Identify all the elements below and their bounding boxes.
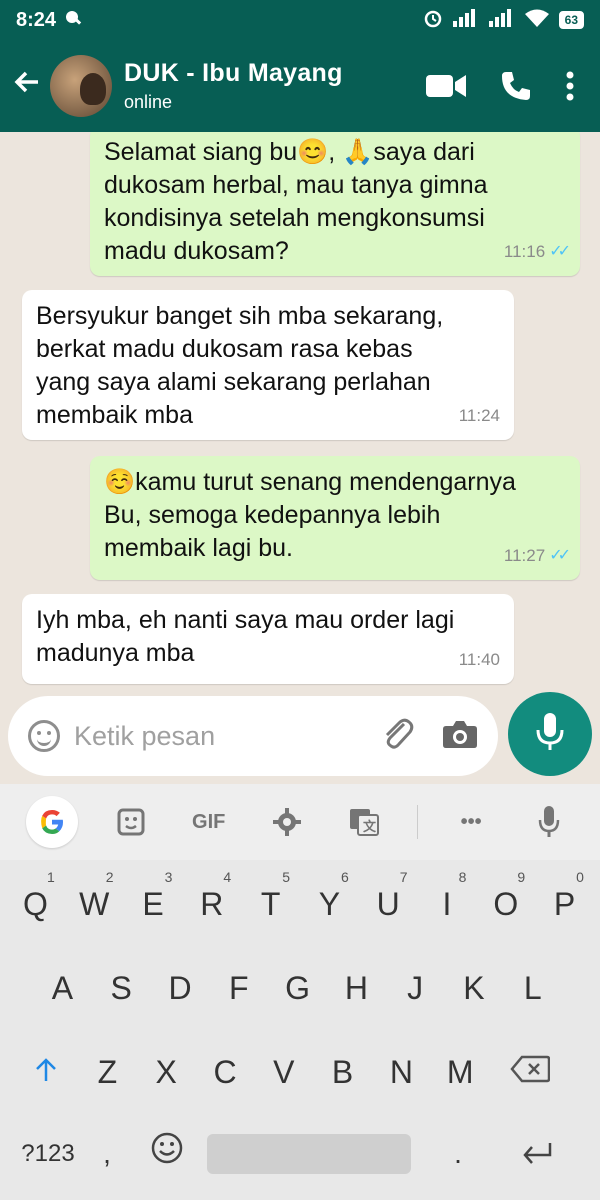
key-x[interactable]: X [137, 1042, 196, 1102]
key-a[interactable]: A [33, 958, 92, 1018]
message-time: 11:40 [458, 650, 500, 669]
message-line: Selamat siang bu😊, 🙏saya dari [104, 138, 475, 166]
message-line: membaik mba [36, 401, 193, 429]
message-line: Iyh mba, eh nanti saya mau order lagi [36, 606, 455, 634]
message-bubble-incoming[interactable]: Bersyukur banget sih mba sekarang, berka… [22, 290, 514, 440]
key-v[interactable]: V [254, 1042, 313, 1102]
status-time: 8:24 [16, 8, 57, 31]
message-time: 11:24 [458, 406, 500, 425]
key-m[interactable]: M [431, 1042, 490, 1102]
chat-area[interactable]: Selamat siang bu😊, 🙏saya dari dukosam he… [0, 132, 600, 784]
comma-key[interactable]: , [84, 1124, 130, 1184]
signal-icon [452, 8, 479, 32]
sticker-icon[interactable] [106, 807, 156, 837]
key-row-2: A S D F G H J K L [0, 950, 600, 1026]
message-line: yang saya alami sekarang perlahan [36, 368, 431, 396]
key-h[interactable]: H [327, 958, 386, 1018]
more-options-icon[interactable] [566, 71, 574, 101]
emoji-icon[interactable] [28, 720, 60, 752]
message-time: 11:27 [503, 546, 546, 565]
google-icon[interactable] [25, 796, 78, 848]
key-d[interactable]: D [151, 958, 210, 1018]
status-bar: 8:24 63 [0, 0, 600, 40]
message-line: berkat madu dukosam rasa kebas [36, 335, 413, 363]
message-line: Bersyukur banget sih mba sekarang, [36, 302, 444, 330]
message-line: madunya mba [36, 639, 195, 667]
message-time: 11:16 [503, 242, 546, 261]
contact-info[interactable]: DUK - Ibu Mayang online [124, 59, 426, 113]
key-g[interactable]: G [268, 958, 327, 1018]
key-y[interactable]: Y6 [300, 870, 359, 934]
key-r[interactable]: R4 [182, 870, 241, 934]
svg-text:文: 文 [363, 819, 377, 834]
message-bubble-outgoing[interactable]: Selamat siang bu😊, 🙏saya dari dukosam he… [90, 132, 580, 276]
shift-icon[interactable] [14, 1042, 78, 1102]
signal-icon-2 [488, 8, 515, 32]
read-ticks-icon: ✓✓ [549, 243, 571, 260]
message-line: membaik lagi bu. [104, 534, 293, 562]
keyboard-emoji-icon[interactable] [130, 1124, 204, 1184]
contact-name: DUK - Ibu Mayang [124, 59, 343, 87]
settings-gear-icon[interactable] [262, 807, 312, 837]
voice-call-icon[interactable] [500, 70, 532, 102]
key-w[interactable]: W2 [65, 870, 124, 934]
keyboard: Q1 W2 E3 R4 T5 Y6 U7 I8 O9 P0 A S D F G … [0, 860, 600, 1200]
key-p[interactable]: P0 [535, 870, 594, 934]
avatar[interactable] [50, 55, 112, 117]
message-line: Bu, semoga kedepannya lebih [104, 501, 441, 529]
key-t[interactable]: T5 [241, 870, 300, 934]
notification-icon [64, 9, 82, 32]
key-f[interactable]: F [209, 958, 268, 1018]
period-key[interactable]: . [414, 1124, 502, 1184]
symbols-key[interactable]: ?123 [12, 1124, 84, 1184]
message-line: madu dukosam? [104, 237, 289, 265]
key-i[interactable]: I8 [418, 870, 477, 934]
camera-icon[interactable] [442, 719, 478, 754]
key-c[interactable]: C [196, 1042, 255, 1102]
key-l[interactable]: L [503, 958, 562, 1018]
enter-icon[interactable] [502, 1124, 572, 1184]
key-o[interactable]: O9 [476, 870, 535, 934]
key-u[interactable]: U7 [359, 870, 418, 934]
message-bubble-incoming[interactable]: Iyh mba, eh nanti saya mau order lagi ma… [22, 594, 514, 684]
backspace-icon[interactable] [490, 1042, 570, 1102]
wifi-icon [524, 9, 549, 32]
key-n[interactable]: N [372, 1042, 431, 1102]
read-ticks-icon: ✓✓ [549, 547, 571, 564]
translate-icon[interactable]: 文 [339, 808, 389, 836]
message-line: dukosam herbal, mau tanya gimna [104, 171, 488, 199]
paperclip-icon[interactable] [380, 716, 416, 757]
keyboard-mic-icon[interactable] [524, 806, 574, 838]
gif-button[interactable]: GIF [184, 811, 234, 834]
message-line: kondisinya setelah mengkonsumsi [104, 204, 485, 232]
space-key[interactable] [204, 1124, 414, 1184]
key-k[interactable]: K [445, 958, 504, 1018]
keyboard-toolbar: GIF 文 ••• [0, 784, 600, 860]
key-row-4: ?123 , . [0, 1116, 600, 1192]
microphone-icon [536, 712, 564, 756]
battery-indicator: 63 [558, 11, 584, 29]
message-bubble-outgoing[interactable]: ☺️kamu turut senang mendengarnya Bu, sem… [90, 456, 580, 580]
key-row-3: Z X C V B N M [0, 1034, 600, 1110]
contact-status: online [124, 92, 173, 112]
chat-header: DUK - Ibu Mayang online [0, 40, 600, 132]
key-e[interactable]: E3 [124, 870, 183, 934]
key-j[interactable]: J [386, 958, 445, 1018]
video-call-icon[interactable] [426, 73, 466, 99]
key-b[interactable]: B [313, 1042, 372, 1102]
key-row-1: Q1 W2 E3 R4 T5 Y6 U7 I8 O9 P0 [0, 866, 600, 942]
status-icons: 63 [423, 8, 584, 33]
message-input[interactable]: Ketik pesan [74, 721, 380, 752]
alarm-icon [423, 8, 443, 33]
key-s[interactable]: S [92, 958, 151, 1018]
back-arrow-icon[interactable] [12, 67, 48, 106]
more-icon[interactable]: ••• [446, 811, 496, 834]
voice-message-button[interactable] [508, 692, 592, 776]
message-composer: Ketik pesan [8, 696, 498, 776]
key-q[interactable]: Q1 [6, 870, 65, 934]
message-line: ☺️kamu turut senang mendengarnya [104, 468, 516, 496]
key-z[interactable]: Z [78, 1042, 137, 1102]
toolbar-divider [417, 805, 419, 839]
